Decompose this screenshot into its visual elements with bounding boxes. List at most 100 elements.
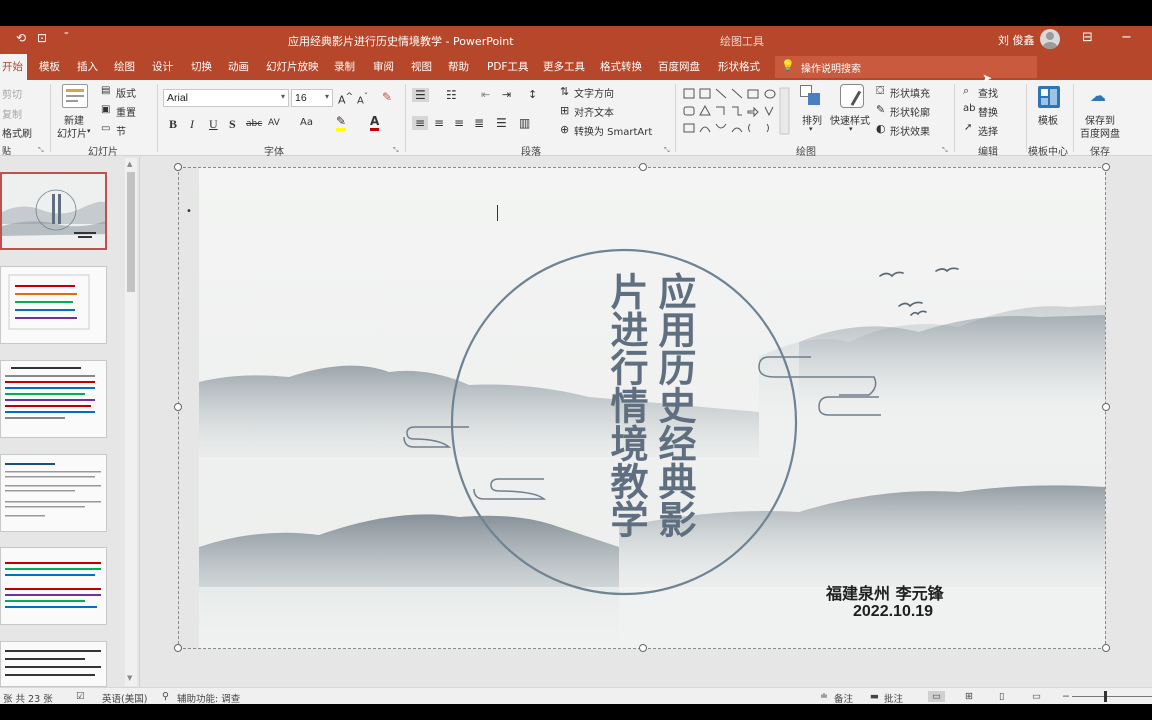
select-button[interactable]: 选择 — [978, 123, 998, 138]
italic-button[interactable]: I — [190, 117, 194, 132]
slide-thumbnail-5[interactable] — [0, 547, 107, 625]
shrink-font-icon[interactable]: Aˇ — [357, 91, 368, 106]
find-button[interactable]: 查找 — [978, 85, 998, 100]
replace-button[interactable]: 替换 — [978, 104, 998, 119]
tell-me-search[interactable]: 💡 操作说明搜索 — [775, 56, 1037, 78]
decrease-indent-icon[interactable]: ⇤ — [481, 88, 490, 101]
char-spacing-button[interactable]: AV — [268, 118, 280, 128]
slideshow-icon[interactable]: ▭ — [1032, 691, 1041, 702]
underline-button[interactable]: U — [209, 117, 218, 132]
zoom-slider[interactable] — [1072, 696, 1152, 697]
cut-button[interactable]: 剪切 — [2, 86, 22, 101]
slide-title-line-2[interactable]: 片进行情境教学 — [604, 272, 648, 538]
font-launcher-icon[interactable]: ⤡ — [393, 146, 399, 155]
avatar[interactable] — [1040, 29, 1060, 49]
resize-handle[interactable] — [174, 644, 182, 652]
minimize-button[interactable]: − — [1121, 30, 1132, 45]
align-text-button[interactable]: 对齐文本 — [574, 104, 614, 119]
scroll-down-icon[interactable]: ▼ — [127, 674, 132, 682]
tab-pdf-tools[interactable]: PDF工具 — [487, 59, 528, 74]
shape-outline-button[interactable]: 形状轮廓 — [890, 104, 930, 119]
slide-author[interactable]: 福建泉州 李元锋 — [826, 580, 944, 604]
qat-more-icon[interactable]: ⁼ — [64, 31, 69, 41]
reading-view-icon[interactable]: ▯ — [999, 691, 1004, 702]
slide-sorter-icon[interactable]: ⊞ — [965, 691, 973, 702]
resize-handle[interactable] — [174, 163, 182, 171]
accessibility-indicator[interactable]: 辅助功能: 调查 — [177, 691, 240, 705]
resize-handle[interactable] — [1102, 644, 1110, 652]
undo-icon[interactable]: ⟲ — [16, 31, 26, 45]
bullets-icon[interactable]: ☰ — [412, 88, 429, 102]
slide-thumbnail-3[interactable] — [0, 360, 107, 438]
slide-title-line-1[interactable]: 应用历史经典影 — [652, 272, 696, 538]
tab-home[interactable]: 开始 — [0, 54, 27, 80]
layout-button[interactable]: 版式 — [116, 85, 136, 100]
presentation-icon[interactable]: ⊡ — [37, 31, 47, 45]
layout-icon[interactable]: ▤ — [101, 85, 110, 96]
increase-indent-icon[interactable]: ⇥ — [502, 88, 511, 101]
shadow-button[interactable]: S — [229, 117, 236, 132]
normal-view-icon[interactable]: ▭ — [928, 691, 945, 702]
convert-smartart-button[interactable]: 转换为 SmartArt — [574, 123, 652, 138]
reset-icon[interactable]: ▣ — [101, 104, 110, 115]
scroll-up-icon[interactable]: ▲ — [127, 160, 132, 168]
scrollbar-thumb[interactable] — [127, 172, 135, 292]
tab-transitions[interactable]: 切换 — [191, 59, 212, 74]
user-name[interactable]: 刘 俊鑫 — [998, 32, 1035, 48]
comments-button[interactable]: 批注 — [884, 691, 903, 705]
justify-icon[interactable]: ≣ — [474, 116, 484, 130]
tab-insert[interactable]: 插入 — [77, 59, 98, 74]
text-direction-button[interactable]: 文字方向 — [574, 85, 614, 100]
chevron-down-icon[interactable]: ▾ — [849, 125, 853, 133]
template-button[interactable]: 模板 — [1038, 112, 1058, 127]
clear-formatting-icon[interactable]: ✎ — [382, 90, 392, 104]
tab-review[interactable]: 审阅 — [373, 59, 394, 74]
new-slide-label-2[interactable]: 幻灯片 — [57, 125, 87, 140]
notes-button[interactable]: 备注 — [834, 691, 853, 705]
slide-thumbnail-6[interactable] — [0, 641, 107, 687]
tab-view[interactable]: 视图 — [411, 59, 432, 74]
grow-font-icon[interactable]: A^ — [338, 91, 353, 107]
tab-draw[interactable]: 绘图 — [114, 59, 135, 74]
font-color-icon[interactable]: A — [370, 114, 380, 131]
align-center-icon[interactable]: ≡ — [434, 116, 444, 130]
tab-animations[interactable]: 动画 — [228, 59, 249, 74]
align-right-icon[interactable]: ≡ — [454, 116, 464, 130]
spellcheck-icon[interactable]: ☑ — [76, 691, 85, 702]
save-to-label-2[interactable]: 百度网盘 — [1080, 125, 1120, 140]
quick-styles-icon[interactable] — [840, 84, 864, 108]
numbering-icon[interactable]: ☷ — [446, 88, 457, 102]
tab-more-tools[interactable]: 更多工具 — [543, 59, 585, 74]
slide-thumbnail-1[interactable] — [0, 172, 107, 250]
font-size-combo[interactable]: 16 ▾ — [291, 89, 333, 107]
tab-help[interactable]: 帮助 — [448, 59, 469, 74]
baidu-cloud-icon[interactable]: ☁ — [1090, 86, 1106, 105]
tab-design[interactable]: 设计 — [152, 59, 173, 74]
slide-thumbnail-4[interactable] — [0, 454, 107, 532]
language-indicator[interactable]: 英语(美国) — [102, 691, 147, 705]
resize-handle[interactable] — [1102, 403, 1110, 411]
slide-thumbnail-2[interactable] — [0, 266, 107, 344]
paragraph-launcher-icon[interactable]: ⤡ — [664, 146, 670, 155]
highlight-icon[interactable]: ✎ — [336, 114, 347, 131]
change-case-button[interactable]: Aa — [300, 117, 313, 128]
tab-baidu-netdisk[interactable]: 百度网盘 — [658, 59, 700, 74]
format-painter-button[interactable]: 格式刷 — [2, 125, 32, 140]
resize-handle[interactable] — [639, 163, 647, 171]
copy-button[interactable]: 复制 — [2, 106, 22, 121]
ribbon-display-icon[interactable]: ⊟ — [1082, 30, 1093, 45]
arrange-icon[interactable] — [800, 85, 822, 107]
tab-record[interactable]: 录制 — [334, 59, 355, 74]
drawing-launcher-icon[interactable]: ⤡ — [942, 146, 948, 155]
shape-effects-button[interactable]: 形状效果 — [890, 123, 930, 138]
tab-format-convert[interactable]: 格式转换 — [600, 59, 642, 74]
zoom-slider-thumb[interactable] — [1104, 691, 1107, 702]
align-left-icon[interactable]: ≡ — [412, 116, 429, 130]
resize-handle[interactable] — [1102, 163, 1110, 171]
tab-template[interactable]: 模板 — [39, 59, 60, 74]
new-slide-icon[interactable] — [62, 84, 88, 108]
chevron-down-icon[interactable]: ▾ — [87, 127, 91, 135]
line-spacing-icon[interactable]: ↕ — [528, 88, 537, 101]
tab-shape-format[interactable]: 形状格式 — [718, 59, 760, 74]
section-icon[interactable]: ▭ — [101, 123, 110, 134]
